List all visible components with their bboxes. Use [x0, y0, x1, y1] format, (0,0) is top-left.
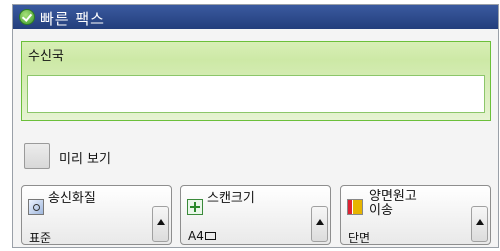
duplex-icon [347, 199, 363, 215]
scan-size-label: 스캔크기 [207, 191, 255, 206]
quality-value: 표준 [29, 231, 52, 245]
document-quality-icon [28, 199, 44, 215]
title-bar: 빠른 팩스 [13, 5, 498, 29]
fax-window: 빠른 팩스 수신국 미리 보기 송신화질 표준 스캔크기 A4 양면원고 이송 … [12, 4, 499, 248]
scan-size-button[interactable]: 스캔크기 A4 [180, 185, 331, 245]
duplex-button[interactable]: 양면원고 이송 단면 [340, 185, 491, 245]
quality-arrow-button[interactable] [152, 206, 169, 242]
duplex-label: 양면원고 이송 [369, 189, 417, 218]
recipient-label: 수신국 [28, 49, 64, 64]
recipient-input[interactable] [27, 75, 485, 113]
paper-orientation-icon [204, 232, 216, 240]
arrow-up-icon [476, 219, 484, 225]
scan-size-value: A4 [188, 229, 216, 243]
preview-checkbox[interactable] [24, 143, 50, 169]
scan-size-icon [187, 199, 203, 215]
duplex-arrow-button[interactable] [471, 206, 488, 242]
window-title: 빠른 팩스 [40, 10, 105, 28]
arrow-up-icon [316, 219, 324, 225]
arrow-up-icon [157, 219, 165, 225]
recipient-panel[interactable]: 수신국 [21, 41, 491, 121]
quality-label: 송신화질 [48, 191, 96, 206]
checkmark-icon [19, 9, 35, 25]
preview-label: 미리 보기 [59, 152, 111, 167]
scan-size-arrow-button[interactable] [311, 206, 328, 242]
quality-button[interactable]: 송신화질 표준 [21, 185, 172, 245]
duplex-value: 단면 [348, 231, 371, 245]
